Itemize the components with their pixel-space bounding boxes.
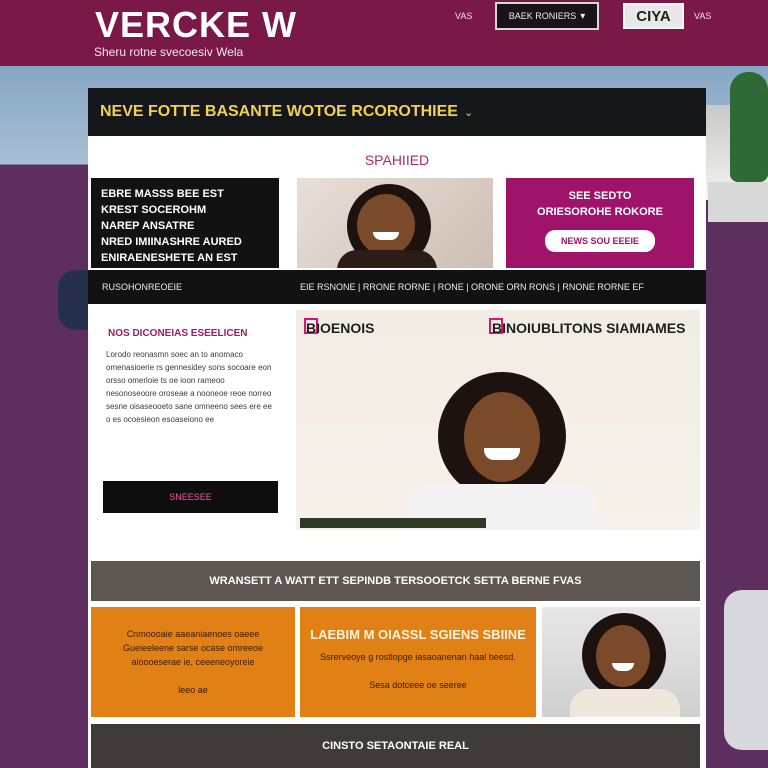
card-body: Cnmoooaie aaeaniaenoes oaeee Gueieeleene… (122, 629, 264, 667)
strip-right-text: EIE RSNONE | RRONE RORNE | RONE | ORONE … (300, 282, 644, 292)
dark-card-line: NRED IMIINASHRE AURED (101, 236, 242, 248)
site-title[interactable]: VERCKE W (95, 4, 297, 46)
dark-card-line: ENIRAENESHETE AN EST (101, 252, 238, 264)
decorative-object (724, 590, 768, 750)
person-body (570, 689, 680, 717)
magenta-card-button[interactable]: NEWS SOU EEEIE (545, 230, 655, 252)
site-tagline: Sheru rotne svecoesiv Wela (94, 45, 244, 59)
info-card[interactable]: LAEBIM M OIASSL SGIENS SBIINE Ssrerveoye… (300, 607, 536, 717)
footer-band[interactable]: CINSTO SETAONTAIE REAL (91, 724, 700, 768)
nav-select[interactable]: BAEK RONIERS ▾ (495, 2, 599, 30)
person-face (464, 392, 540, 482)
road-image (708, 182, 768, 222)
person-face (596, 625, 650, 687)
sidebar-button[interactable]: SNEESEE (103, 481, 278, 513)
featured-photo[interactable] (297, 178, 493, 268)
smile (373, 232, 399, 240)
feature-label-right: BINOIUBLITONS SIAMIAMES (492, 320, 686, 336)
dark-card-line: KREST SOCEROHM (101, 204, 207, 216)
nav-link-left[interactable]: VAS (455, 11, 472, 21)
featured-card-magenta[interactable]: SEE SEDTO ORIESOROHE ROKORE NEWS SOU EEE… (506, 178, 694, 268)
tree-image (730, 72, 768, 182)
site-header: VERCKE W Sheru rotne svecoesiv Wela VAS … (0, 0, 768, 66)
section-label: SPAHIIED (364, 152, 430, 168)
chevron-down-icon: ▾ (580, 10, 586, 22)
sidebar-title: NOS DICONEIAS ESEELICEN (108, 328, 248, 339)
cta-button[interactable]: CIYA (623, 3, 684, 29)
dark-card-line: NAREP ANSATRE (101, 220, 195, 232)
smile (484, 448, 520, 460)
info-card[interactable]: Cnmoooaie aaeaniaenoes oaeee Gueieeleene… (91, 607, 295, 717)
nav-link-right[interactable]: VAS (694, 11, 711, 21)
main-panel: NEVE FOTTE BASANTE WOTOE RCOROTHIEE ⌄ SP… (88, 88, 706, 768)
info-strip: RUSOHONREOEIE EIE RSNONE | RRONE RORNE |… (88, 270, 706, 304)
person-face (357, 194, 415, 256)
featured-card-dark[interactable]: EBRE MASSS BEE EST KREST SOCEROHM NAREP … (91, 178, 279, 268)
card-foot: Sesa dotceee oe seeree (369, 680, 467, 690)
feature-label-left: BIOENOIS (306, 320, 375, 336)
strip-left-text: RUSOHONREOEIE (102, 282, 183, 292)
magenta-card-line: ORIESOROHE ROKORE (537, 206, 663, 218)
card-title: LAEBIM M OIASSL SGIENS SBIINE (310, 627, 526, 642)
promo-banner[interactable]: NEVE FOTTE BASANTE WOTOE RCOROTHIEE ⌄ (88, 88, 706, 136)
nav-select-label: BAEK RONIERS (508, 11, 577, 21)
section-band: WRANSETT A WATT ETT SEPINDB TERSOOETCK S… (91, 561, 700, 601)
sidebar-body: Lorodo reonasmn soec an to anomaco omena… (106, 350, 272, 424)
person-body (337, 250, 437, 268)
card-body: Ssrerveoye g rostlopge iasaoanenan haal … (320, 652, 516, 662)
magenta-card-line: SEE SEDTO (568, 190, 632, 202)
portrait-photo[interactable] (542, 607, 700, 717)
sidebar-button-label: SNEESEE (169, 492, 212, 502)
dark-card-line: EBRE MASSS BEE EST (101, 188, 224, 200)
chevron-down-icon: ⌄ (463, 106, 474, 119)
banner-title: NEVE FOTTE BASANTE WOTOE RCOROTHIEE (100, 103, 458, 120)
feature-video[interactable]: BIOENOIS BINOIUBLITONS SIAMIAMES (296, 310, 700, 530)
video-progress-bar[interactable] (300, 518, 486, 528)
card-foot: leeo ae (178, 685, 208, 695)
